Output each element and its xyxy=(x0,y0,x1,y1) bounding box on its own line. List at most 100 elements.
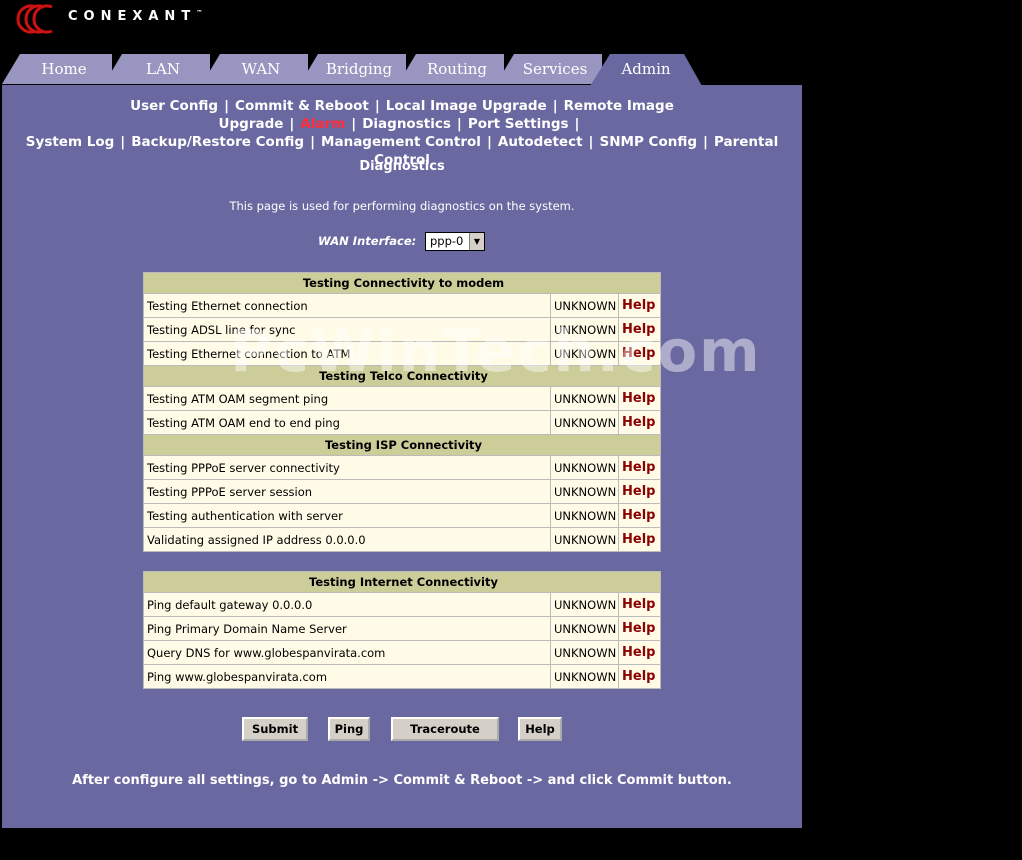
table-row: Validating assigned IP address 0.0.0.0 UN… xyxy=(143,527,661,552)
watermark: PcWinTech.com xyxy=(230,317,762,385)
separator: | xyxy=(289,116,295,132)
subnav-port-settings[interactable]: Port Settings xyxy=(468,116,569,132)
help-link[interactable]: Help xyxy=(618,479,661,504)
help-link[interactable]: Help xyxy=(618,503,661,528)
test-name: Ping www.globespanvirata.com xyxy=(143,664,551,689)
wan-interface-label: WAN Interface: xyxy=(318,234,417,248)
separator: | xyxy=(374,98,380,114)
separator: | xyxy=(120,134,126,150)
test-status: UNKNOWN xyxy=(550,455,619,480)
help-link[interactable]: Help xyxy=(618,455,661,480)
separator: | xyxy=(310,134,316,150)
test-status: UNKNOWN xyxy=(550,640,619,665)
traceroute-button[interactable]: Traceroute xyxy=(391,717,499,741)
separator: | xyxy=(574,116,580,132)
tab-lan[interactable]: LAN xyxy=(102,52,210,84)
submit-button[interactable]: Submit xyxy=(242,717,308,741)
test-name: Ping Primary Domain Name Server xyxy=(143,616,551,641)
table-row: Testing PPPoE server connectivity UNKNOWN… xyxy=(143,455,661,480)
test-status: UNKNOWN xyxy=(550,503,619,528)
help-link[interactable]: Help xyxy=(618,293,661,318)
page-title: Diagnostics xyxy=(359,159,445,174)
test-status: UNKNOWN xyxy=(550,386,619,411)
tab-label: WAN xyxy=(241,60,281,78)
separator: | xyxy=(224,98,230,114)
separator: | xyxy=(486,134,492,150)
section-header: Testing Internet Connectivity xyxy=(143,571,661,593)
tab-services[interactable]: Services xyxy=(494,52,602,84)
table-row: Testing ATM OAM segment ping UNKNOWN Help xyxy=(143,386,661,411)
test-name: Testing PPPoE server connectivity xyxy=(143,455,551,480)
section-header: Testing Connectivity to modem xyxy=(143,272,661,294)
test-name: Testing authentication with server xyxy=(143,503,551,528)
subnav-row-1: User Config | Commit & Reboot | Local Image … xyxy=(2,97,802,133)
test-name: Testing ATM OAM segment ping xyxy=(143,386,551,411)
wan-interface-value: ppp-0 xyxy=(430,234,464,248)
test-status: UNKNOWN xyxy=(550,479,619,504)
subnav-management-control[interactable]: Management Control xyxy=(321,134,481,150)
wan-interface-select[interactable]: ppp-0 ▼ xyxy=(425,232,485,251)
conexant-logo-icon xyxy=(16,4,53,34)
chevron-down-icon[interactable]: ▼ xyxy=(469,233,484,250)
tab-wan[interactable]: WAN xyxy=(200,52,308,84)
separator: | xyxy=(703,134,708,150)
table-row: Query DNS for www.globespanvirata.com UNK… xyxy=(143,640,661,665)
content-panel: User Config | Commit & Reboot | Local Image … xyxy=(2,85,802,828)
section-title: Testing Connectivity to modem xyxy=(143,272,661,294)
brand-name: CONEXANT™ xyxy=(68,9,203,24)
tab-home[interactable]: Home xyxy=(0,52,112,84)
subnav-alarm[interactable]: Alarm xyxy=(300,116,345,132)
help-link[interactable]: Help xyxy=(618,386,661,411)
test-name: Testing ATM OAM end to end ping xyxy=(143,410,551,435)
subnav-snmp-config[interactable]: SNMP Config xyxy=(599,134,697,150)
footer-note: After configure all settings, go to Admi… xyxy=(72,773,732,788)
test-status: UNKNOWN xyxy=(550,592,619,617)
subnav-local-image-upgrade[interactable]: Local Image Upgrade xyxy=(386,98,547,114)
test-status: UNKNOWN xyxy=(550,616,619,641)
table-row: Testing Ethernet connection UNKNOWN Help xyxy=(143,293,661,318)
section-title: Testing ISP Connectivity xyxy=(143,434,661,456)
table-row: Ping www.globespanvirata.com UNKNOWN Help xyxy=(143,664,661,689)
tab-admin[interactable]: Admin xyxy=(588,52,704,86)
tab-routing[interactable]: Routing xyxy=(396,52,504,84)
test-name: Testing Ethernet connection xyxy=(143,293,551,318)
test-status: UNKNOWN xyxy=(550,527,619,552)
test-name: Ping default gateway 0.0.0.0 xyxy=(143,592,551,617)
separator: | xyxy=(588,134,594,150)
help-link[interactable]: Help xyxy=(618,664,661,689)
section-header: Testing ISP Connectivity xyxy=(143,434,661,456)
tab-bridging[interactable]: Bridging xyxy=(298,52,406,84)
help-link[interactable]: Help xyxy=(618,592,661,617)
subnav-commit-reboot[interactable]: Commit & Reboot xyxy=(235,98,369,114)
subnav-diagnostics[interactable]: Diagnostics xyxy=(362,116,451,132)
header: CONEXANT™ xyxy=(0,0,1022,50)
table-row: Testing PPPoE server session UNKNOWN Help xyxy=(143,479,661,504)
table-row: Ping Primary Domain Name Server UNKNOWN He… xyxy=(143,616,661,641)
table-row: Testing authentication with server UNKNOW… xyxy=(143,503,661,528)
test-status: UNKNOWN xyxy=(550,293,619,318)
test-name: Validating assigned IP address 0.0.0.0 xyxy=(143,527,551,552)
page-description: This page is used for performing diagnos… xyxy=(229,199,575,213)
help-button[interactable]: Help xyxy=(518,717,562,741)
tab-label: Routing xyxy=(426,60,488,78)
subnav-user-config[interactable]: User Config xyxy=(130,98,218,114)
subnav-system-log[interactable]: System Log xyxy=(26,134,114,150)
subnav-autodetect[interactable]: Autodetect xyxy=(498,134,583,150)
help-link[interactable]: Help xyxy=(618,410,661,435)
main-tabs: Home LAN WAN Bridging Routing Services A… xyxy=(0,52,802,86)
separator: | xyxy=(552,98,558,114)
tab-label: LAN xyxy=(146,60,180,78)
help-link[interactable]: Help xyxy=(618,640,661,665)
ping-button[interactable]: Ping xyxy=(328,717,370,741)
test-name: Query DNS for www.globespanvirata.com xyxy=(143,640,551,665)
separator: | xyxy=(351,116,357,132)
help-link[interactable]: Help xyxy=(618,527,661,552)
help-link[interactable]: Help xyxy=(618,616,661,641)
test-status: UNKNOWN xyxy=(550,664,619,689)
diagnostics-table: Testing Connectivity to modem Testing Et… xyxy=(143,272,661,552)
tab-label: Admin xyxy=(621,60,671,78)
table-row: Ping default gateway 0.0.0.0 UNKNOWN Help xyxy=(143,592,661,617)
internet-diagnostics-table: Testing Internet Connectivity Ping defau… xyxy=(143,571,661,689)
tab-label: Home xyxy=(41,60,87,78)
subnav-backup-restore-config[interactable]: Backup/Restore Config xyxy=(131,134,304,150)
